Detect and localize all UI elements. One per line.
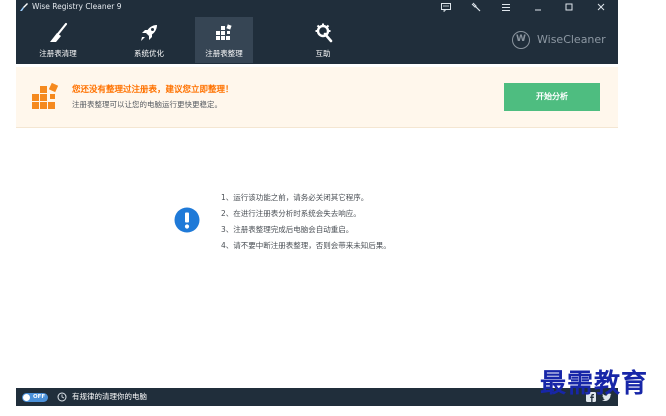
auto-clean-toggle[interactable]: OFF <box>22 393 48 402</box>
minimize-button[interactable] <box>526 0 550 14</box>
feedback-icon <box>441 2 451 12</box>
clock-icon <box>57 392 67 402</box>
app-logo-icon <box>20 3 28 11</box>
tools-button[interactable] <box>464 0 488 14</box>
menu-button[interactable] <box>494 0 518 14</box>
maximize-icon <box>565 3 573 11</box>
window-title: Wise Registry Cleaner 9 <box>32 2 122 11</box>
status-banner: 您还没有整理过注册表，建议您立即整理！ 注册表整理可以让您的电脑运行更快更稳定。… <box>16 67 618 128</box>
tab-mutual-help[interactable]: 互助 <box>294 17 352 63</box>
notice-item: 2、在进行注册表分析时系统会失去响应。 <box>221 209 361 218</box>
app-window: Wise Registry Cleaner 9 注册表清理 系统优化 注册表整理… <box>16 0 618 406</box>
rocket-icon <box>141 25 157 41</box>
banner-title: 您还没有整理过注册表，建议您立即整理！ <box>72 85 234 95</box>
notice-item: 3、注册表整理完成后电脑会自动重启。 <box>221 225 354 234</box>
close-button[interactable] <box>589 0 613 14</box>
feedback-button[interactable] <box>434 0 458 14</box>
menu-icon <box>502 3 510 11</box>
main-navigation: 注册表清理 系统优化 注册表整理 互助 W WiseCleaner <box>16 14 618 64</box>
notice-item: 1、运行该功能之前，请务必关闭其它程序。 <box>221 193 369 202</box>
wisecleaner-logo[interactable]: W WiseCleaner <box>512 31 612 49</box>
tools-icon <box>471 2 481 12</box>
start-analysis-button[interactable]: 开始分析 <box>504 83 600 111</box>
schedule-clean-label[interactable]: 有规律的清理你的电脑 <box>72 388 147 406</box>
wrench-icon <box>315 23 333 43</box>
minimize-icon <box>535 9 541 11</box>
defrag-blocks-icon <box>32 82 59 109</box>
notice-item: 4、请不要中断注册表整理，否则会带来未知后果。 <box>221 241 391 250</box>
tab-registry-cleaner[interactable]: 注册表清理 <box>29 17 87 63</box>
tab-label: 互助 <box>315 49 331 58</box>
tab-label: 系统优化 <box>134 49 164 58</box>
broom-icon <box>50 22 68 42</box>
toggle-knob <box>23 394 30 401</box>
status-bar: OFF 有规律的清理你的电脑 <box>16 388 618 406</box>
tab-registry-defrag[interactable]: 注册表整理 <box>195 17 253 63</box>
title-bar: Wise Registry Cleaner 9 <box>16 0 618 14</box>
brand-mark: W <box>512 31 530 49</box>
blocks-icon <box>216 24 232 40</box>
notice-list: 1、运行该功能之前，请务必关闭其它程序。 2、在进行注册表分析时系统会失去响应。… <box>221 190 391 254</box>
info-icon <box>174 207 200 233</box>
brand-name: WiseCleaner <box>537 33 606 46</box>
tab-label: 注册表整理 <box>205 49 243 58</box>
banner-subtitle: 注册表整理可以让您的电脑运行更快更稳定。 <box>72 100 222 109</box>
watermark: 最需教育 <box>540 369 649 399</box>
tab-label: 注册表清理 <box>39 49 77 58</box>
tab-system-optimize[interactable]: 系统优化 <box>120 17 178 63</box>
toggle-label: OFF <box>33 394 46 400</box>
maximize-button[interactable] <box>557 0 581 14</box>
close-icon <box>597 3 605 11</box>
